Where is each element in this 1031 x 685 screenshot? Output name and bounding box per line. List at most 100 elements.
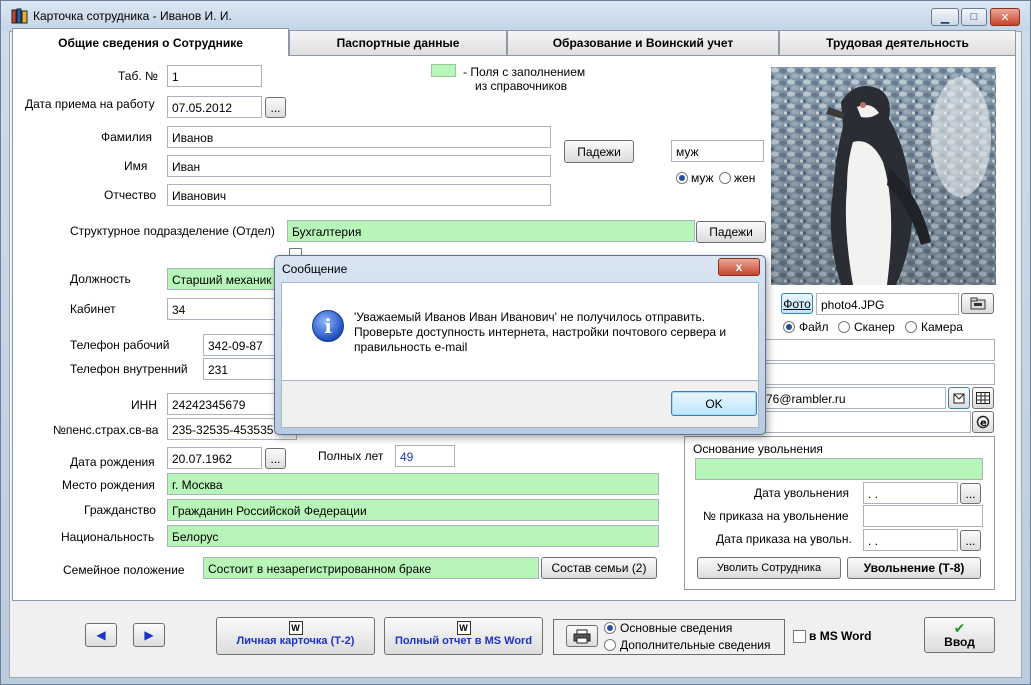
tab-general[interactable]: Общие сведения о Сотруднике [12, 28, 289, 56]
print-button[interactable] [566, 625, 598, 647]
gender-female-radio[interactable] [719, 172, 731, 184]
department-cases-button[interactable]: Падежи [696, 221, 766, 243]
print-main-radio[interactable] [604, 622, 616, 634]
surname-label: Фамилия [101, 130, 152, 144]
table-icon [976, 392, 990, 404]
tab-no-field[interactable]: 1 [167, 65, 262, 87]
enter-label: Ввод [944, 635, 975, 649]
previous-button[interactable]: ◀ [85, 623, 117, 647]
email-field[interactable]: 76@rambler.ru [761, 387, 946, 409]
birth-date-label: Дата рождения [70, 455, 155, 469]
dismissal-date-field[interactable]: . . [863, 482, 958, 504]
employee-photo [771, 67, 996, 285]
next-button[interactable]: ▶ [133, 623, 165, 647]
tab-employment[interactable]: Трудовая деятельность [779, 30, 1016, 55]
word-doc-icon: W [288, 621, 303, 635]
dialog-title: Сообщение [282, 262, 348, 276]
minimize-button[interactable]: ▁ [931, 8, 959, 26]
dismissal-t8-button[interactable]: Увольнение (Т-8) [847, 557, 981, 579]
print-extra-label: Дополнительные сведения [620, 638, 771, 652]
pension-label: №пенс.страх.св-ва [53, 423, 159, 437]
full-report-button[interactable]: W Полный отчет в MS Word [384, 617, 543, 655]
extra-field-2[interactable] [761, 363, 995, 385]
svg-text:e: e [980, 418, 987, 429]
phone-work-label: Телефон рабочий [70, 338, 170, 352]
word-report-icon: W [456, 621, 471, 635]
enter-button[interactable]: ✔ Ввод [924, 617, 995, 653]
hire-date-picker-button[interactable]: ... [265, 97, 286, 118]
name-cases-button[interactable]: Падежи [564, 140, 634, 163]
marital-label: Семейное положение [63, 563, 185, 577]
send-email-button[interactable] [948, 387, 970, 409]
web-field[interactable] [761, 411, 971, 433]
dismissal-date-label: Дата увольнения [754, 486, 849, 500]
msword-label: в MS Word [809, 629, 872, 643]
print-main-label: Основные сведения [620, 621, 733, 635]
birth-date-picker-button[interactable]: ... [265, 448, 286, 469]
check-icon: ✔ [953, 620, 966, 636]
phone-internal-label: Телефон внутренний [70, 362, 188, 376]
source-scanner-radio[interactable] [838, 321, 850, 333]
legend-text-1: - Поля с заполнением [463, 65, 586, 79]
order-no-field[interactable] [863, 505, 983, 527]
full-report-label: Полный отчет в MS Word [394, 635, 533, 647]
order-date-field[interactable]: . . [863, 529, 958, 551]
dialog-close-button[interactable]: x [718, 258, 760, 276]
dismissal-reason-field[interactable] [695, 458, 983, 480]
print-extra-radio[interactable] [604, 639, 616, 651]
family-composition-button[interactable]: Состав семьи (2) [541, 557, 657, 579]
tab-education[interactable]: Образование и Воинский учет [507, 30, 779, 55]
send-icon [953, 393, 965, 404]
source-camera-label: Камера [921, 320, 963, 334]
legend-swatch [431, 64, 456, 77]
dismissal-date-picker-button[interactable]: ... [960, 483, 981, 504]
marital-field[interactable]: Состоит в незарегистрированном браке [203, 557, 539, 579]
web-button[interactable]: e [972, 411, 994, 433]
hire-date-field[interactable]: 07.05.2012 [167, 96, 262, 118]
table-button[interactable] [972, 387, 994, 409]
department-field[interactable]: Бухгалтерия [287, 220, 695, 242]
personal-card-label: Личная карточка (Т-2) [236, 635, 355, 647]
gender-male-label: муж [691, 171, 714, 185]
tab-passport[interactable]: Паспортные данные [289, 30, 507, 55]
personal-card-button[interactable]: W Личная карточка (Т-2) [216, 617, 375, 655]
ie-icon: e [976, 415, 990, 429]
birthplace-field[interactable]: г. Москва [167, 473, 659, 495]
citizenship-field[interactable]: Гражданин Российской Федерации [167, 499, 659, 521]
name-label: Имя [124, 159, 148, 173]
patronymic-label: Отчество [104, 188, 157, 202]
message-dialog: Сообщение x i 'Уважаемый Иванов Иван Ива… [274, 255, 766, 435]
gender-male-radio[interactable] [676, 172, 688, 184]
app-books-icon [11, 8, 28, 24]
extra-field-1[interactable] [761, 339, 995, 361]
photo-file-field[interactable]: photo4.JPG [816, 293, 959, 315]
dismissal-title: Основание увольнения [693, 442, 823, 456]
ok-button[interactable]: OK [671, 391, 757, 416]
hire-date-label: Дата приема на работу [25, 97, 155, 111]
photo-browse-button[interactable] [961, 293, 994, 314]
source-file-radio[interactable] [783, 321, 795, 333]
citizenship-label: Гражданство [84, 503, 156, 517]
source-camera-radio[interactable] [905, 321, 917, 333]
dialog-body: i 'Уважаемый Иванов Иван Иванович' не по… [281, 282, 759, 381]
employee-card-window: Карточка сотрудника - Иванов И. И. ▁ □ ✕… [0, 0, 1031, 685]
patronymic-field[interactable]: Иванович [167, 184, 551, 206]
msword-checkbox[interactable] [793, 630, 806, 643]
penguin-photo-icon [771, 67, 996, 285]
maximize-button[interactable]: □ [961, 8, 987, 26]
source-file-label: Файл [799, 320, 829, 334]
inn-label: ИНН [131, 398, 157, 412]
surname-field[interactable]: Иванов [167, 126, 551, 148]
nationality-field[interactable]: Белорус [167, 525, 659, 547]
order-date-picker-button[interactable]: ... [960, 530, 981, 551]
legend-text-2: из справочников [475, 79, 568, 93]
close-window-button[interactable]: ✕ [990, 8, 1020, 26]
department-label: Структурное подразделение (Отдел) [70, 224, 275, 238]
dialog-message: 'Уважаемый Иванов Иван Иванович' не полу… [354, 310, 727, 354]
birth-date-field[interactable]: 20.07.1962 [167, 447, 262, 469]
source-scanner-label: Сканер [854, 320, 895, 334]
name-field[interactable]: Иван [167, 155, 551, 177]
photo-button[interactable]: Фото [781, 293, 813, 314]
gender-field[interactable]: муж [671, 140, 764, 162]
dismiss-employee-button[interactable]: Уволить Сотрудника [697, 557, 841, 579]
